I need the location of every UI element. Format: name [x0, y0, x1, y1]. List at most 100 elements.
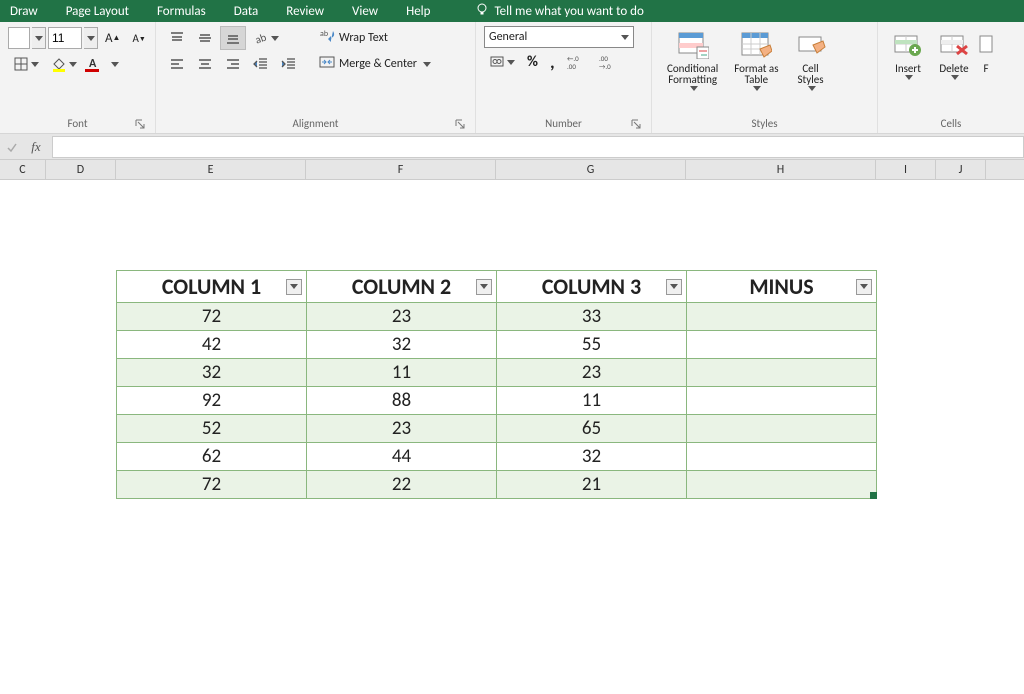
table-resize-handle[interactable]	[870, 492, 877, 499]
table-header[interactable]: COLUMN 3	[497, 271, 687, 303]
table-header[interactable]: COLUMN 2	[307, 271, 497, 303]
table-cell[interactable]: 42	[117, 331, 307, 359]
column-header[interactable]: J	[936, 160, 986, 179]
table-cell[interactable]: 92	[117, 387, 307, 415]
table-cell[interactable]: 62	[117, 443, 307, 471]
filter-dropdown-icon[interactable]	[856, 279, 872, 295]
table-cell[interactable]: 88	[307, 387, 497, 415]
table-cell[interactable]	[687, 331, 877, 359]
chevron-down-icon	[621, 35, 629, 40]
table-header[interactable]: MINUS	[687, 271, 877, 303]
format-cells-button[interactable]: F	[978, 26, 994, 94]
delete-cells-icon	[939, 29, 969, 61]
filter-dropdown-icon[interactable]	[476, 279, 492, 295]
column-header[interactable]: D	[46, 160, 116, 179]
table-cell[interactable]: 72	[117, 303, 307, 331]
font-size-input[interactable]	[48, 27, 82, 49]
comma-icon[interactable]: ,	[545, 50, 560, 74]
column-header[interactable]: C	[0, 160, 46, 179]
table-cell[interactable]: 21	[497, 471, 687, 499]
table-cell[interactable]: 32	[117, 359, 307, 387]
svg-text:ab: ab	[253, 31, 268, 46]
table-cell[interactable]	[687, 443, 877, 471]
column-header[interactable]: G	[496, 160, 686, 179]
tab-help[interactable]: Help	[406, 4, 430, 19]
table-cell[interactable]: 11	[497, 387, 687, 415]
number-dialog-icon[interactable]	[631, 119, 643, 131]
column-header[interactable]: I	[876, 160, 936, 179]
number-format-combo[interactable]: General	[484, 26, 634, 48]
delete-cells-button[interactable]: Delete	[932, 26, 976, 94]
table-cell[interactable]	[687, 387, 877, 415]
insert-cells-button[interactable]: Insert	[886, 26, 930, 94]
table-cell[interactable]	[687, 303, 877, 331]
tab-review[interactable]: Review	[286, 4, 324, 19]
borders-icon[interactable]	[8, 52, 44, 76]
cell-styles-button[interactable]: Cell Styles	[788, 26, 834, 94]
font-dialog-icon[interactable]	[135, 119, 147, 131]
tell-me[interactable]: Tell me what you want to do	[475, 2, 644, 20]
orientation-icon[interactable]: ab	[248, 26, 284, 50]
table-cell[interactable]: 32	[307, 331, 497, 359]
conditional-formatting-button[interactable]: Conditional Formatting	[660, 26, 725, 94]
table-cell[interactable]: 32	[497, 443, 687, 471]
font-name-dropdown[interactable]	[32, 27, 46, 49]
table-cell[interactable]	[687, 359, 877, 387]
group-font-label: Font	[67, 117, 87, 130]
align-center-icon[interactable]	[192, 52, 218, 76]
align-top-icon[interactable]	[164, 26, 190, 50]
merge-center-button[interactable]: Merge & Center	[314, 52, 464, 76]
table-cell[interactable]: 72	[117, 471, 307, 499]
align-left-icon[interactable]	[164, 52, 190, 76]
worksheet-area[interactable]: COLUMN 1COLUMN 2COLUMN 3MINUS72233342325…	[0, 180, 1024, 694]
column-header[interactable]: F	[306, 160, 496, 179]
font-size-dropdown[interactable]	[84, 27, 98, 49]
wrap-text-icon: ab	[319, 28, 335, 48]
fill-color-icon[interactable]	[46, 52, 82, 76]
increase-decimal-icon[interactable]: ←.0.00	[562, 50, 592, 74]
column-header[interactable]: H	[686, 160, 876, 179]
table-cell[interactable]	[687, 415, 877, 443]
column-header[interactable]: E	[116, 160, 306, 179]
fx-icon[interactable]: fx	[24, 134, 48, 159]
data-table: COLUMN 1COLUMN 2COLUMN 3MINUS72233342325…	[116, 270, 877, 499]
filter-dropdown-icon[interactable]	[666, 279, 682, 295]
table-cell[interactable]: 55	[497, 331, 687, 359]
filter-dropdown-icon[interactable]	[286, 279, 302, 295]
decrease-indent-icon[interactable]	[248, 52, 274, 76]
format-as-table-icon	[740, 29, 772, 61]
format-as-table-button[interactable]: Format as Table	[727, 26, 785, 94]
alignment-dialog-icon[interactable]	[455, 119, 467, 131]
decrease-decimal-icon[interactable]: .00→.0	[594, 50, 624, 74]
increase-indent-icon[interactable]	[276, 52, 302, 76]
table-cell[interactable]: 23	[497, 359, 687, 387]
tab-draw[interactable]: Draw	[10, 4, 38, 19]
tab-view[interactable]: View	[352, 4, 378, 19]
table-cell[interactable]: 23	[307, 415, 497, 443]
cancel-formula-icon[interactable]	[0, 134, 24, 159]
table-cell[interactable]: 65	[497, 415, 687, 443]
increase-font-icon[interactable]: A▲	[100, 26, 125, 50]
align-right-icon[interactable]	[220, 52, 246, 76]
wrap-text-button[interactable]: ab Wrap Text	[314, 26, 446, 50]
table-cell[interactable]: 23	[307, 303, 497, 331]
table-header[interactable]: COLUMN 1	[117, 271, 307, 303]
font-name-input[interactable]	[8, 27, 30, 49]
percent-icon[interactable]: %	[522, 50, 543, 74]
insert-cells-icon	[893, 29, 923, 61]
tab-formulas[interactable]: Formulas	[157, 4, 206, 19]
table-cell[interactable]: 44	[307, 443, 497, 471]
table-cell[interactable]: 22	[307, 471, 497, 499]
tab-page-layout[interactable]: Page Layout	[66, 4, 129, 19]
table-cell[interactable]: 52	[117, 415, 307, 443]
accounting-format-icon[interactable]	[484, 50, 520, 74]
table-cell[interactable]: 33	[497, 303, 687, 331]
font-color-icon[interactable]: A	[84, 52, 124, 76]
align-middle-icon[interactable]	[192, 26, 218, 50]
decrease-font-icon[interactable]: A▼	[127, 26, 150, 50]
tab-data[interactable]: Data	[234, 4, 259, 19]
table-cell[interactable]: 11	[307, 359, 497, 387]
formula-input[interactable]	[52, 136, 1024, 158]
table-cell[interactable]	[687, 471, 877, 499]
align-bottom-icon[interactable]	[220, 26, 246, 50]
